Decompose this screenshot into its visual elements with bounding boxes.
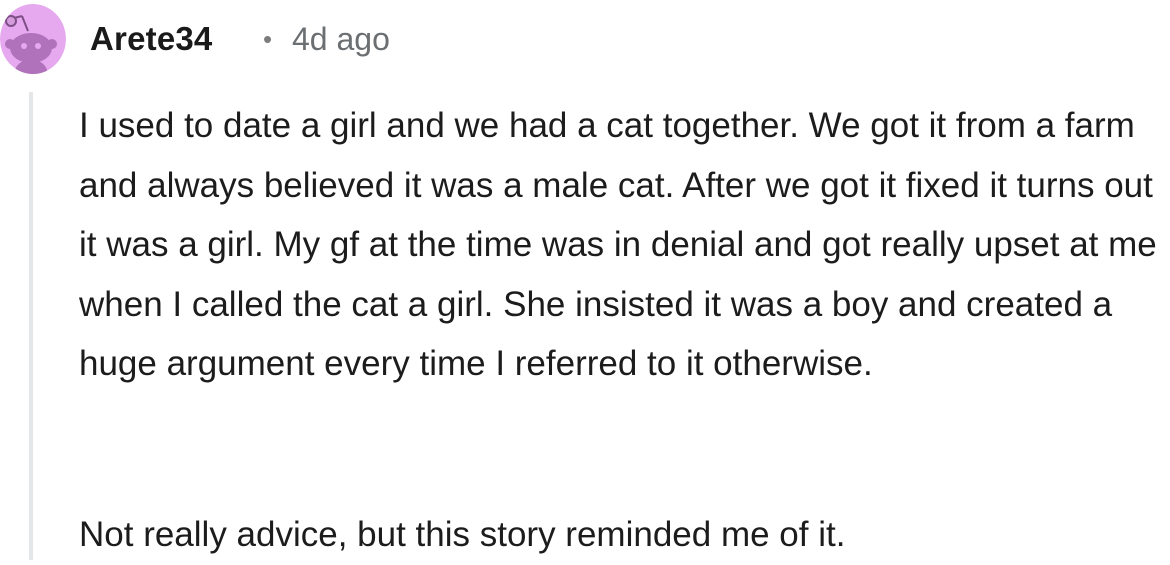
thread-line[interactable] xyxy=(29,92,33,560)
comment-paragraph: I used to date a girl and we had a cat t… xyxy=(79,106,1157,383)
comment-body: I used to date a girl and we had a cat t… xyxy=(79,96,1167,554)
comment: Arete34 • 4d ago I used to date a girl a… xyxy=(0,0,1170,560)
comment-timestamp[interactable]: 4d ago xyxy=(292,19,390,59)
reddit-snoo-avatar-icon xyxy=(0,4,66,74)
comment-header: Arete34 • 4d ago xyxy=(0,0,1170,78)
comment-paragraph: Not really advice, but this story remind… xyxy=(79,515,846,554)
meta-separator: • xyxy=(263,24,273,54)
avatar[interactable] xyxy=(0,4,66,74)
comment-author[interactable]: Arete34 xyxy=(90,19,212,59)
